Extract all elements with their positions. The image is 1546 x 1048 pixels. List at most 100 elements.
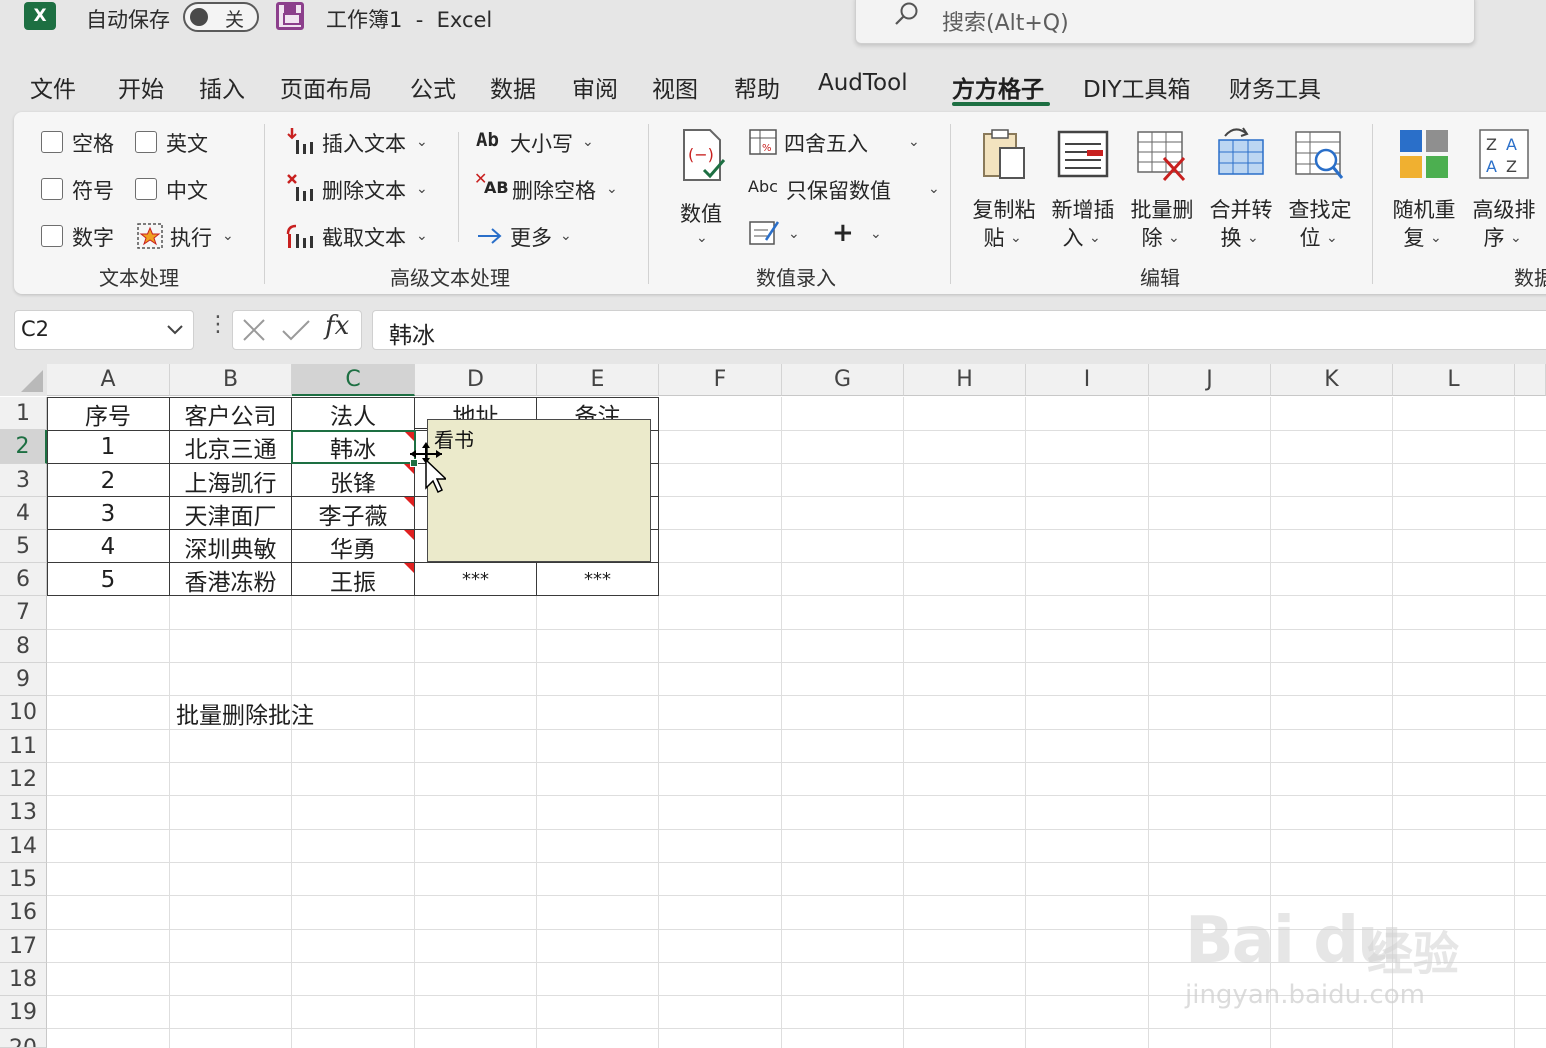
merge-convert-button[interactable]: 合并转 换 ⌄ xyxy=(1203,126,1279,256)
column-header-l[interactable]: L xyxy=(1393,364,1515,396)
batch-delete-button[interactable]: 批量删 除 ⌄ xyxy=(1124,126,1200,256)
tab-view[interactable]: 视图 xyxy=(652,70,698,104)
table-cell[interactable]: 1 xyxy=(47,430,169,464)
edit-form-button[interactable]: ⌄ xyxy=(748,218,808,252)
save-icon[interactable] xyxy=(276,2,304,30)
tab-page-layout[interactable]: 页面布局 xyxy=(280,70,372,104)
tab-data[interactable]: 数据 xyxy=(490,70,536,104)
note-cell[interactable]: 批量删除批注 xyxy=(170,696,470,730)
tab-help[interactable]: 帮助 xyxy=(734,70,780,104)
row-header-15[interactable]: 15 xyxy=(0,863,47,896)
active-cell-selection[interactable] xyxy=(291,430,416,464)
checkbox-symbol[interactable] xyxy=(41,178,63,200)
chevron-down-icon[interactable] xyxy=(165,319,185,339)
table-header-cell[interactable]: 客户公司 xyxy=(170,397,291,430)
more-button[interactable]: 更多 ⌄ xyxy=(476,220,596,254)
delete-spaces-button[interactable]: ✕ AB 删除空格 ⌄ xyxy=(474,169,634,207)
column-header-i[interactable]: I xyxy=(1026,364,1149,396)
checkbox-english[interactable] xyxy=(135,131,157,153)
row-header-4[interactable]: 4 xyxy=(0,497,47,530)
row-header-11[interactable]: 11 xyxy=(0,730,47,763)
table-cell[interactable]: 4 xyxy=(47,530,169,563)
table-cell[interactable]: 上海凯行 xyxy=(170,464,291,497)
worksheet-grid[interactable]: A B C D E F G H I J K L 1 2 3 4 5 6 7 8 … xyxy=(0,364,1546,1048)
checkbox-chinese[interactable] xyxy=(135,178,157,200)
column-header-a[interactable]: A xyxy=(47,364,170,396)
tab-finance-tools[interactable]: 财务工具 xyxy=(1229,70,1321,104)
extract-text-button[interactable]: 截取文本 ⌄ xyxy=(286,220,436,254)
formula-bar-grip-icon[interactable]: ⋮ xyxy=(207,312,229,337)
row-header-8[interactable]: 8 xyxy=(0,630,47,663)
column-header-h[interactable]: H xyxy=(904,364,1026,396)
table-cell[interactable]: *** xyxy=(537,563,658,596)
checkbox-number[interactable] xyxy=(41,225,63,247)
column-header-f[interactable]: F xyxy=(659,364,782,396)
random-repeat-button[interactable]: 随机重 复 ⌄ xyxy=(1386,126,1462,256)
search-box[interactable]: 搜索(Alt+Q) xyxy=(855,0,1475,44)
tab-diy-toolbox[interactable]: DIY工具箱 xyxy=(1083,70,1191,104)
column-header-c[interactable]: C xyxy=(292,364,415,396)
tab-insert[interactable]: 插入 xyxy=(199,70,245,104)
column-header-b[interactable]: B xyxy=(170,364,292,396)
table-cell[interactable]: 香港冻粉 xyxy=(170,563,291,596)
row-header-1[interactable]: 1 xyxy=(0,397,47,430)
table-cell[interactable]: 3 xyxy=(47,497,169,530)
case-convert-button[interactable]: Ab 大小写 ⌄ xyxy=(476,126,626,160)
tab-file[interactable]: 文件 xyxy=(30,70,76,104)
column-header-k[interactable]: K xyxy=(1271,364,1393,396)
table-cell[interactable]: 张锋 xyxy=(292,464,414,497)
copy-paste-button[interactable]: 复制粘 贴 ⌄ xyxy=(966,126,1042,256)
number-value-button[interactable]: (−) 数值 ⌄ xyxy=(670,126,734,246)
insert-function-icon[interactable]: fx xyxy=(325,311,349,341)
formula-input[interactable]: 韩冰 xyxy=(372,310,1546,350)
column-header-e[interactable]: E xyxy=(537,364,659,396)
column-header-d[interactable]: D xyxy=(415,364,537,396)
row-header-12[interactable]: 12 xyxy=(0,763,47,796)
column-header-partial[interactable] xyxy=(1515,364,1546,396)
delete-text-button[interactable]: 删除文本 ⌄ xyxy=(286,173,436,207)
table-header-cell[interactable]: 序号 xyxy=(47,397,169,430)
row-header-6[interactable]: 6 xyxy=(0,563,47,596)
row-header-18[interactable]: 18 xyxy=(0,963,47,996)
checkbox-space[interactable] xyxy=(41,131,63,153)
row-header-17[interactable]: 17 xyxy=(0,930,47,963)
select-all-button[interactable] xyxy=(0,364,47,396)
autosave-toggle[interactable]: 关 xyxy=(183,2,259,32)
table-cell[interactable]: 王振 xyxy=(292,563,414,596)
table-cell[interactable]: 深圳典敏 xyxy=(170,530,291,563)
table-cell[interactable]: 李子薇 xyxy=(292,497,414,530)
table-cell[interactable]: *** xyxy=(415,563,536,596)
tab-fangfang[interactable]: 方方格子 xyxy=(952,70,1044,104)
row-header-19[interactable]: 19 xyxy=(0,996,47,1029)
name-box[interactable]: C2 xyxy=(14,310,194,350)
keep-values-button[interactable]: Abc 只保留数值 ⌄ xyxy=(748,173,948,207)
column-header-j[interactable]: J xyxy=(1149,364,1271,396)
row-header-13[interactable]: 13 xyxy=(0,796,47,830)
check-icon[interactable] xyxy=(281,317,311,343)
row-header-16[interactable]: 16 xyxy=(0,896,47,930)
new-insert-button[interactable]: 新增插 入 ⌄ xyxy=(1045,126,1121,256)
table-cell[interactable]: 北京三通 xyxy=(170,430,291,464)
table-cell[interactable]: 华勇 xyxy=(292,530,414,563)
find-locate-button[interactable]: 查找定 位 ⌄ xyxy=(1282,126,1358,256)
row-header-14[interactable]: 14 xyxy=(0,830,47,863)
row-header-9[interactable]: 9 xyxy=(0,663,47,696)
tab-audtool[interactable]: AudTool xyxy=(818,70,908,96)
comment-box[interactable]: 看书 xyxy=(427,419,651,562)
row-header-10[interactable]: 10 xyxy=(0,696,47,730)
row-header-3[interactable]: 3 xyxy=(0,464,47,497)
table-cell[interactable]: 天津面厂 xyxy=(170,497,291,530)
plus-button[interactable]: + ⌄ xyxy=(828,218,888,252)
table-header-cell[interactable]: 法人 xyxy=(292,397,414,430)
row-header-7[interactable]: 7 xyxy=(0,596,47,630)
row-header-2[interactable]: 2 xyxy=(0,430,47,464)
table-cell[interactable]: 5 xyxy=(47,563,169,596)
tab-home[interactable]: 开始 xyxy=(118,70,164,104)
row-header-20[interactable]: 20 xyxy=(0,1029,47,1048)
tab-formulas[interactable]: 公式 xyxy=(410,70,456,104)
round-button[interactable]: % 四舍五入 ⌄ xyxy=(748,126,948,160)
tab-review[interactable]: 审阅 xyxy=(572,70,618,104)
row-header-5[interactable]: 5 xyxy=(0,530,47,563)
cancel-icon[interactable] xyxy=(241,317,267,343)
table-cell[interactable]: 2 xyxy=(47,464,169,497)
